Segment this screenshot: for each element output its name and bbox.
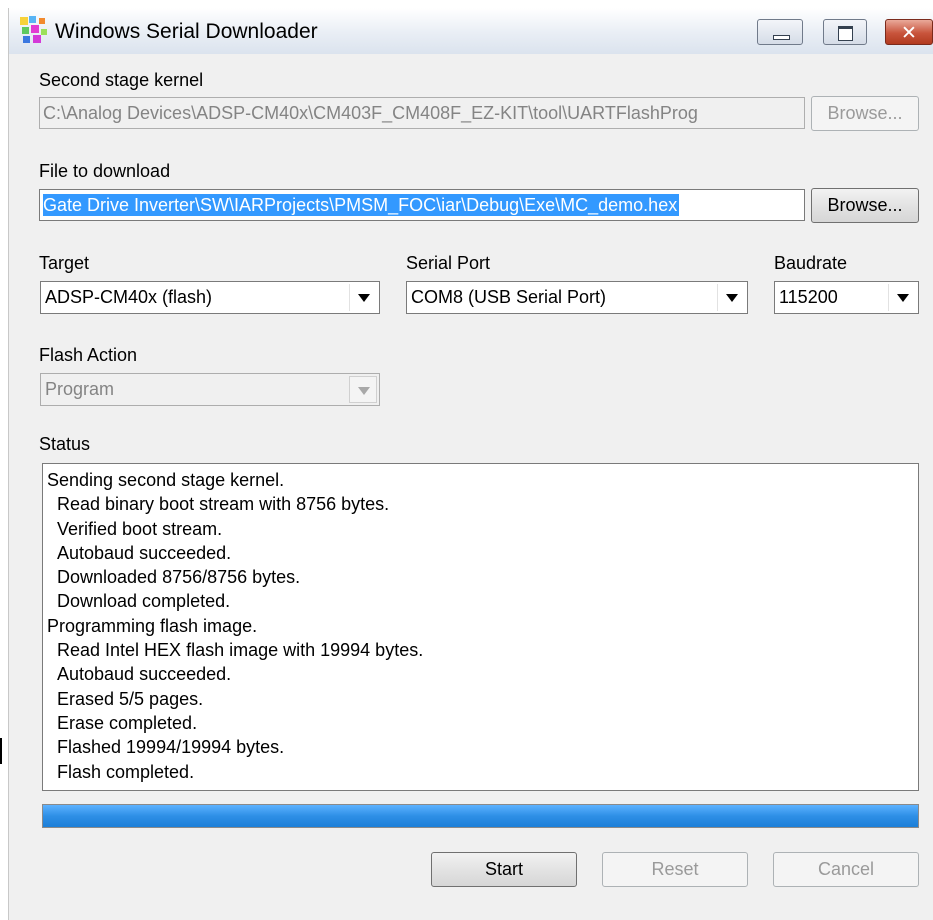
cancel-button[interactable]: Cancel bbox=[773, 852, 919, 887]
status-line: Flash completed. bbox=[57, 761, 195, 782]
status-line: Sending second stage kernel. bbox=[47, 470, 285, 490]
serial-downloader-window: Windows Serial Downloader ✕ Second stage… bbox=[8, 8, 933, 920]
status-line: Downloaded 8756/8756 bytes. bbox=[57, 567, 301, 588]
file-to-download-path-text: Gate Drive Inverter\SW\IARProjects\PMSM_… bbox=[43, 194, 680, 216]
status-line: Autobaud succeeded. bbox=[57, 664, 232, 685]
second-stage-kernel-path-text: C:\Analog Devices\ADSP-CM40x\CM403F_CM40… bbox=[43, 103, 698, 123]
file-to-download-label: File to download bbox=[39, 161, 171, 181]
window-title: Windows Serial Downloader bbox=[55, 20, 318, 43]
status-line: Download completed. bbox=[57, 591, 231, 612]
target-select[interactable]: ADSP-CM40x (flash) bbox=[40, 281, 380, 314]
serial-port-select-value: COM8 (USB Serial Port) bbox=[411, 287, 607, 307]
close-icon: ✕ bbox=[901, 22, 917, 44]
progress-bar-fill bbox=[43, 805, 918, 827]
file-to-download-path-field[interactable]: Gate Drive Inverter\SW\IARProjects\PMSM_… bbox=[39, 189, 805, 221]
flash-action-label: Flash Action bbox=[39, 345, 138, 365]
serial-port-label: Serial Port bbox=[406, 253, 491, 273]
target-label: Target bbox=[39, 253, 90, 273]
chevron-down-icon bbox=[349, 284, 377, 311]
baudrate-select-value: 115200 bbox=[779, 287, 838, 307]
chevron-down-icon bbox=[888, 284, 916, 311]
status-line: Programming flash image. bbox=[47, 615, 258, 636]
start-button[interactable]: Start bbox=[431, 852, 577, 887]
baudrate-select[interactable]: 115200 bbox=[774, 281, 919, 314]
file-browse-button[interactable]: Browse... bbox=[811, 188, 919, 223]
baudrate-label: Baudrate bbox=[774, 253, 848, 273]
status-line: Read Intel HEX flash image with 19994 by… bbox=[57, 640, 424, 661]
left-edge-mark bbox=[0, 738, 2, 764]
status-label: Status bbox=[39, 434, 91, 454]
flash-action-select[interactable]: Program bbox=[40, 373, 380, 406]
progress-bar bbox=[42, 804, 919, 828]
reset-button[interactable]: Reset bbox=[602, 852, 748, 887]
target-select-value: ADSP-CM40x (flash) bbox=[45, 287, 213, 307]
close-button[interactable]: ✕ bbox=[885, 19, 933, 45]
status-line: Autobaud succeeded. bbox=[57, 542, 232, 563]
status-line: Read binary boot stream with 8756 bytes. bbox=[57, 494, 390, 515]
second-stage-kernel-path-field[interactable]: C:\Analog Devices\ADSP-CM40x\CM403F_CM40… bbox=[39, 97, 805, 129]
status-line: Verified boot stream. bbox=[57, 518, 223, 539]
minimize-button[interactable] bbox=[757, 19, 803, 45]
maximize-button[interactable] bbox=[823, 19, 867, 45]
status-line: Erase completed. bbox=[57, 712, 198, 733]
kernel-browse-button[interactable]: Browse... bbox=[811, 96, 919, 131]
status-line: Erased 5/5 pages. bbox=[57, 688, 204, 709]
title-bar[interactable]: Windows Serial Downloader ✕ bbox=[9, 8, 933, 54]
chevron-down-icon bbox=[717, 284, 745, 311]
second-stage-kernel-label: Second stage kernel bbox=[39, 70, 204, 90]
app-icon bbox=[20, 16, 47, 43]
serial-port-select[interactable]: COM8 (USB Serial Port) bbox=[406, 281, 748, 314]
chevron-down-icon bbox=[349, 376, 377, 403]
status-line: Flashed 19994/19994 bytes. bbox=[57, 737, 285, 758]
status-log[interactable]: Sending second stage kernel. Read binary … bbox=[42, 463, 919, 791]
flash-action-select-value: Program bbox=[45, 379, 115, 399]
